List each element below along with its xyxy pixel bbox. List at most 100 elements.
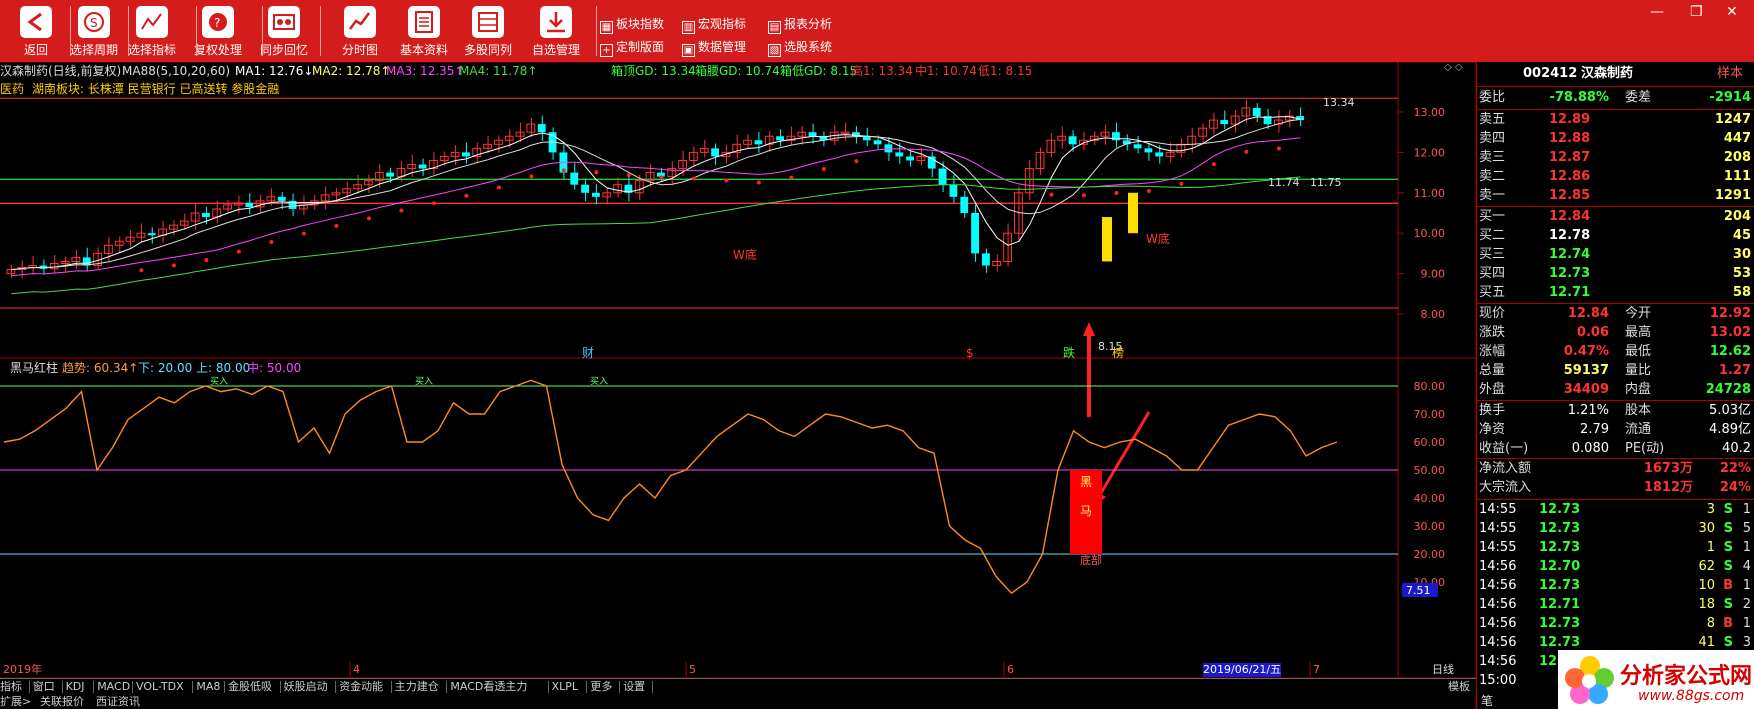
buy-label: 买一: [1479, 209, 1506, 224]
stat-value-2: 1.27: [1718, 363, 1751, 378]
indicator-tab-12[interactable]: 更多: [590, 680, 612, 694]
chart-area[interactable]: 13.00 12.00 11.00 10.00 9.00 8.00 80.00 70.00 60…: [0, 62, 1476, 709]
support-dot: [1114, 191, 1119, 196]
indicator-tab-7[interactable]: 妖股启动: [284, 680, 328, 694]
buy-price: 12.84: [1549, 209, 1591, 224]
indicator-tab-10[interactable]: MACD看透主力: [450, 680, 527, 694]
bottom-tab-2[interactable]: 西证资讯: [96, 695, 140, 709]
toolbar-button-cycle[interactable]: S 选择周期: [62, 4, 126, 60]
candle-body: [1252, 107, 1261, 117]
heima-text-1: 黑: [1080, 475, 1093, 489]
tick-side: S: [1723, 521, 1733, 536]
tick-side: S: [1723, 540, 1733, 555]
support-dot: [594, 170, 599, 175]
toolbar-small-button-2[interactable]: ▤ 报表分析: [768, 15, 832, 34]
tab-separator: [586, 681, 588, 693]
toolbar-button-indicator[interactable]: 选择指标: [120, 4, 184, 60]
indicator-tab-5[interactable]: MA8: [196, 680, 220, 694]
support-dot: [496, 185, 501, 190]
indicator-up: 上: 80.00: [196, 361, 251, 375]
tick-time: 14:55: [1479, 540, 1517, 555]
document-icon: [408, 6, 440, 38]
candle-body: [483, 143, 492, 149]
indicator-trend-line: [3, 379, 1338, 595]
indicator-axis-label: 70.00: [1414, 408, 1446, 421]
toolbar-button-back[interactable]: 返回: [4, 4, 68, 60]
support-dot: [334, 223, 339, 228]
bottom-tab-1[interactable]: 关联报价: [40, 695, 84, 709]
toolbar-button-intraday[interactable]: 分时图: [328, 4, 392, 60]
toolbar-small-button-3[interactable]: + 定制版面: [600, 38, 664, 57]
template-button[interactable]: 模板: [1448, 680, 1470, 694]
indicator-tab-8[interactable]: 资金动能: [339, 680, 383, 694]
indicator-tab-2[interactable]: KDJ: [66, 680, 85, 694]
tick-volume: 30: [1698, 521, 1715, 536]
stock-code: 002412: [1523, 66, 1578, 81]
tick-tab[interactable]: 笔: [1481, 692, 1493, 709]
support-dot: [204, 257, 209, 262]
sell-volume: 208: [1723, 150, 1751, 165]
quote-panel: 002412 汉森制药 样本 委比 -78.88% 委差 -2914 卖五 12.89 1247 卖…: [1476, 62, 1754, 709]
tab-separator: [192, 681, 194, 693]
indicator-tab-11[interactable]: XLPL: [552, 680, 578, 694]
close-icon[interactable]: ✕: [1726, 4, 1738, 20]
candle-body: [949, 184, 958, 197]
support-dot: [529, 174, 534, 179]
indicator-tab-1[interactable]: 窗口: [33, 680, 55, 694]
buy-price: 12.78: [1549, 228, 1591, 243]
sell-label: 卖五: [1479, 112, 1506, 127]
tick-time: 14:55: [1479, 502, 1517, 517]
indicator-tab-13[interactable]: 设置: [623, 680, 645, 694]
toolbar-small-button-1[interactable]: ▥ 宏观指标: [682, 15, 746, 34]
tick-volume: 8: [1706, 616, 1715, 631]
high-price-label: 13.34: [1323, 96, 1355, 109]
stat-value-2: 13.02: [1709, 325, 1751, 340]
sell-row: 卖二 12.86 111: [1477, 167, 1754, 187]
period-label: 日线: [1432, 663, 1454, 676]
toolbar-button-document[interactable]: 基本资料: [392, 4, 456, 60]
time-axis-label: 2019年: [3, 663, 42, 676]
buy-volume: 30: [1732, 247, 1751, 262]
nav-diamond-icons[interactable]: ◇ ◇: [1444, 62, 1463, 73]
candle-body: [1155, 152, 1164, 157]
indicator-tab-3[interactable]: MACD: [97, 680, 130, 694]
sell-label: 卖四: [1479, 131, 1506, 146]
flow-row: 净流入额 1673万 22%: [1477, 459, 1754, 479]
tick-price: 12.73: [1539, 540, 1581, 555]
logo: 分析家公式网 www.88gs.com: [1558, 650, 1754, 709]
tab-separator: [335, 681, 337, 693]
stat-row: 外盘 34409 内盘 24728: [1477, 380, 1754, 400]
tick-row: 14:56 12.70 62 S 4: [1477, 557, 1754, 577]
flow-row: 大宗流入 1812万 24%: [1477, 478, 1754, 498]
down-arrow-icon: [1096, 411, 1151, 499]
support-dot: [1179, 181, 1184, 186]
event-marker: 跌: [1063, 346, 1076, 360]
indicator-tab-6[interactable]: 金股低吸: [228, 680, 272, 694]
candle-body: [1165, 151, 1175, 157]
indicator-tab-4[interactable]: VOL-TDX: [136, 680, 184, 694]
stat-label-2: 最低: [1625, 344, 1652, 359]
toolbar-small-button-4[interactable]: ▣ 数据管理: [682, 38, 747, 57]
box-low-label: 箱低GD: 8.15: [780, 64, 858, 78]
indicator-tab-0[interactable]: 指标: [0, 680, 22, 694]
candle-body: [895, 152, 904, 157]
stat2-label: 净资: [1479, 422, 1506, 437]
restore-icon[interactable]: ❐: [1690, 4, 1703, 20]
toolbar-small-label: 数据管理: [698, 40, 747, 54]
price-axis-label: 8.00: [1421, 308, 1446, 321]
toolbar-button-download[interactable]: 自选管理: [524, 4, 588, 60]
support-dot: [854, 159, 859, 164]
stat-label: 外盘: [1479, 382, 1506, 397]
tick-count: 1: [1742, 540, 1751, 555]
stat-label-2: 今开: [1625, 306, 1652, 321]
stat2-value-2: 40.2: [1722, 441, 1751, 456]
toolbar-button-multistock[interactable]: 多股同列: [456, 4, 520, 60]
bottom-tab-0[interactable]: 扩展>: [0, 695, 31, 709]
toolbar-small-button-0[interactable]: ▦ 板块指数: [600, 15, 664, 34]
toolbar-small-button-5[interactable]: ▧ 选股系统: [768, 38, 832, 57]
minimize-icon[interactable]: —: [1650, 4, 1664, 20]
bottom-label: 底部: [1080, 554, 1102, 567]
indicator-tab-9[interactable]: 主力建仓: [395, 680, 439, 694]
stat-label: 总量: [1479, 363, 1506, 378]
stat-label-2: 量比: [1625, 363, 1652, 378]
